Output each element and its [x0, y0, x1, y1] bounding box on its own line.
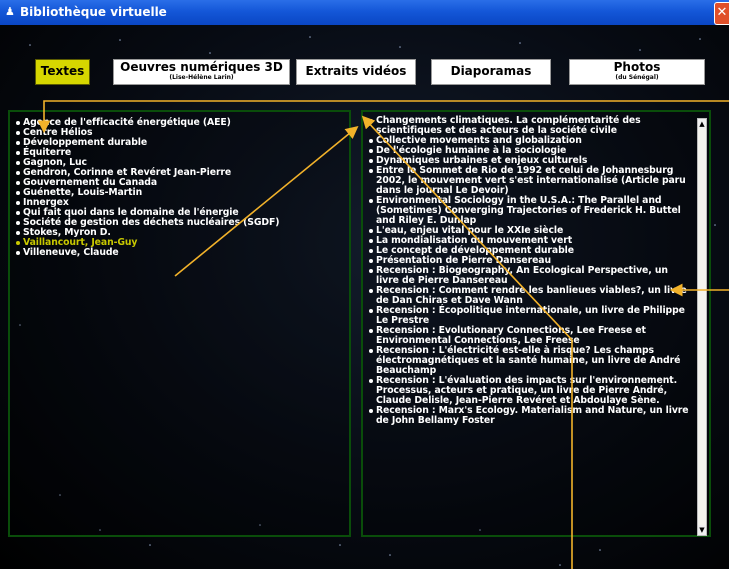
tab-textes[interactable]: Textes	[35, 59, 90, 85]
tab-oeuvres-3d-label: Oeuvres numériques 3D	[120, 60, 283, 74]
tab-textes-label: Textes	[40, 64, 85, 78]
star-dot	[599, 549, 601, 551]
author-list: Agence de l'efficacité énergétique (AEE)…	[14, 118, 345, 258]
star-dot	[389, 554, 391, 556]
app-content: Textes Oeuvres numériques 3D (Lise-Hélèn…	[0, 25, 729, 569]
tab-diaporamas[interactable]: Diaporamas	[431, 59, 551, 85]
document-list-scrollbar[interactable]: ▲ ▼	[697, 118, 707, 536]
person-icon: ♟	[5, 5, 15, 18]
tab-extraits-videos[interactable]: Extraits vidéos	[296, 59, 416, 85]
document-list-item[interactable]: Entre le Sommet de Rio de 1992 et celui …	[367, 166, 693, 196]
tab-photos-subtitle: (du Sénégal)	[615, 74, 659, 81]
title-bar: ♟ Bibliothèque virtuelle ✕	[0, 0, 729, 25]
scroll-up-arrow-icon[interactable]: ▲	[698, 119, 706, 129]
author-list-panel: Agence de l'efficacité énergétique (AEE)…	[8, 110, 351, 537]
star-dot	[149, 544, 151, 546]
author-list-item[interactable]: Villeneuve, Claude	[14, 248, 345, 258]
tab-oeuvres-3d[interactable]: Oeuvres numériques 3D (Lise-Hélène Larin…	[113, 59, 290, 85]
document-list-panel: Changements climatiques. La complémentar…	[361, 110, 711, 537]
close-button[interactable]: ✕	[714, 2, 729, 25]
star-dot	[714, 224, 716, 226]
document-list-item[interactable]: Recension : Comment rendre les banlieues…	[367, 286, 693, 306]
star-dot	[519, 42, 521, 44]
tab-photos-label: Photos	[613, 60, 661, 74]
document-list-item[interactable]: Recension : Marx's Ecology. Materialism …	[367, 406, 693, 426]
tab-extraits-videos-label: Extraits vidéos	[305, 64, 407, 78]
document-list-item[interactable]: Recension : L'électricité est-elle à ris…	[367, 346, 693, 376]
star-dot	[119, 39, 121, 41]
document-list: Changements climatiques. La complémentar…	[367, 116, 693, 426]
star-dot	[399, 46, 401, 48]
star-dot	[29, 44, 31, 46]
document-list-item[interactable]: Recension : Evolutionary Connections, Le…	[367, 326, 693, 346]
document-list-item[interactable]: Recension : Biogeography, An Ecological …	[367, 266, 693, 286]
scroll-down-arrow-icon[interactable]: ▼	[698, 525, 706, 535]
star-dot	[209, 52, 211, 54]
tab-oeuvres-3d-subtitle: (Lise-Hélène Larin)	[169, 74, 234, 81]
tab-photos[interactable]: Photos (du Sénégal)	[569, 59, 705, 85]
star-dot	[639, 49, 641, 51]
window-title: Bibliothèque virtuelle	[20, 5, 167, 19]
tab-diaporamas-label: Diaporamas	[450, 64, 532, 78]
document-list-item[interactable]: Recension : L'évaluation des impacts sur…	[367, 376, 693, 406]
star-dot	[559, 564, 561, 566]
star-dot	[309, 36, 311, 38]
star-dot	[699, 38, 701, 40]
document-list-item[interactable]: Recension : Écopolitique internationale,…	[367, 306, 693, 326]
document-list-item[interactable]: Changements climatiques. La complémentar…	[367, 116, 693, 136]
star-dot	[339, 544, 341, 546]
document-list-item[interactable]: Environmental Sociology in the U.S.A.: T…	[367, 196, 693, 226]
